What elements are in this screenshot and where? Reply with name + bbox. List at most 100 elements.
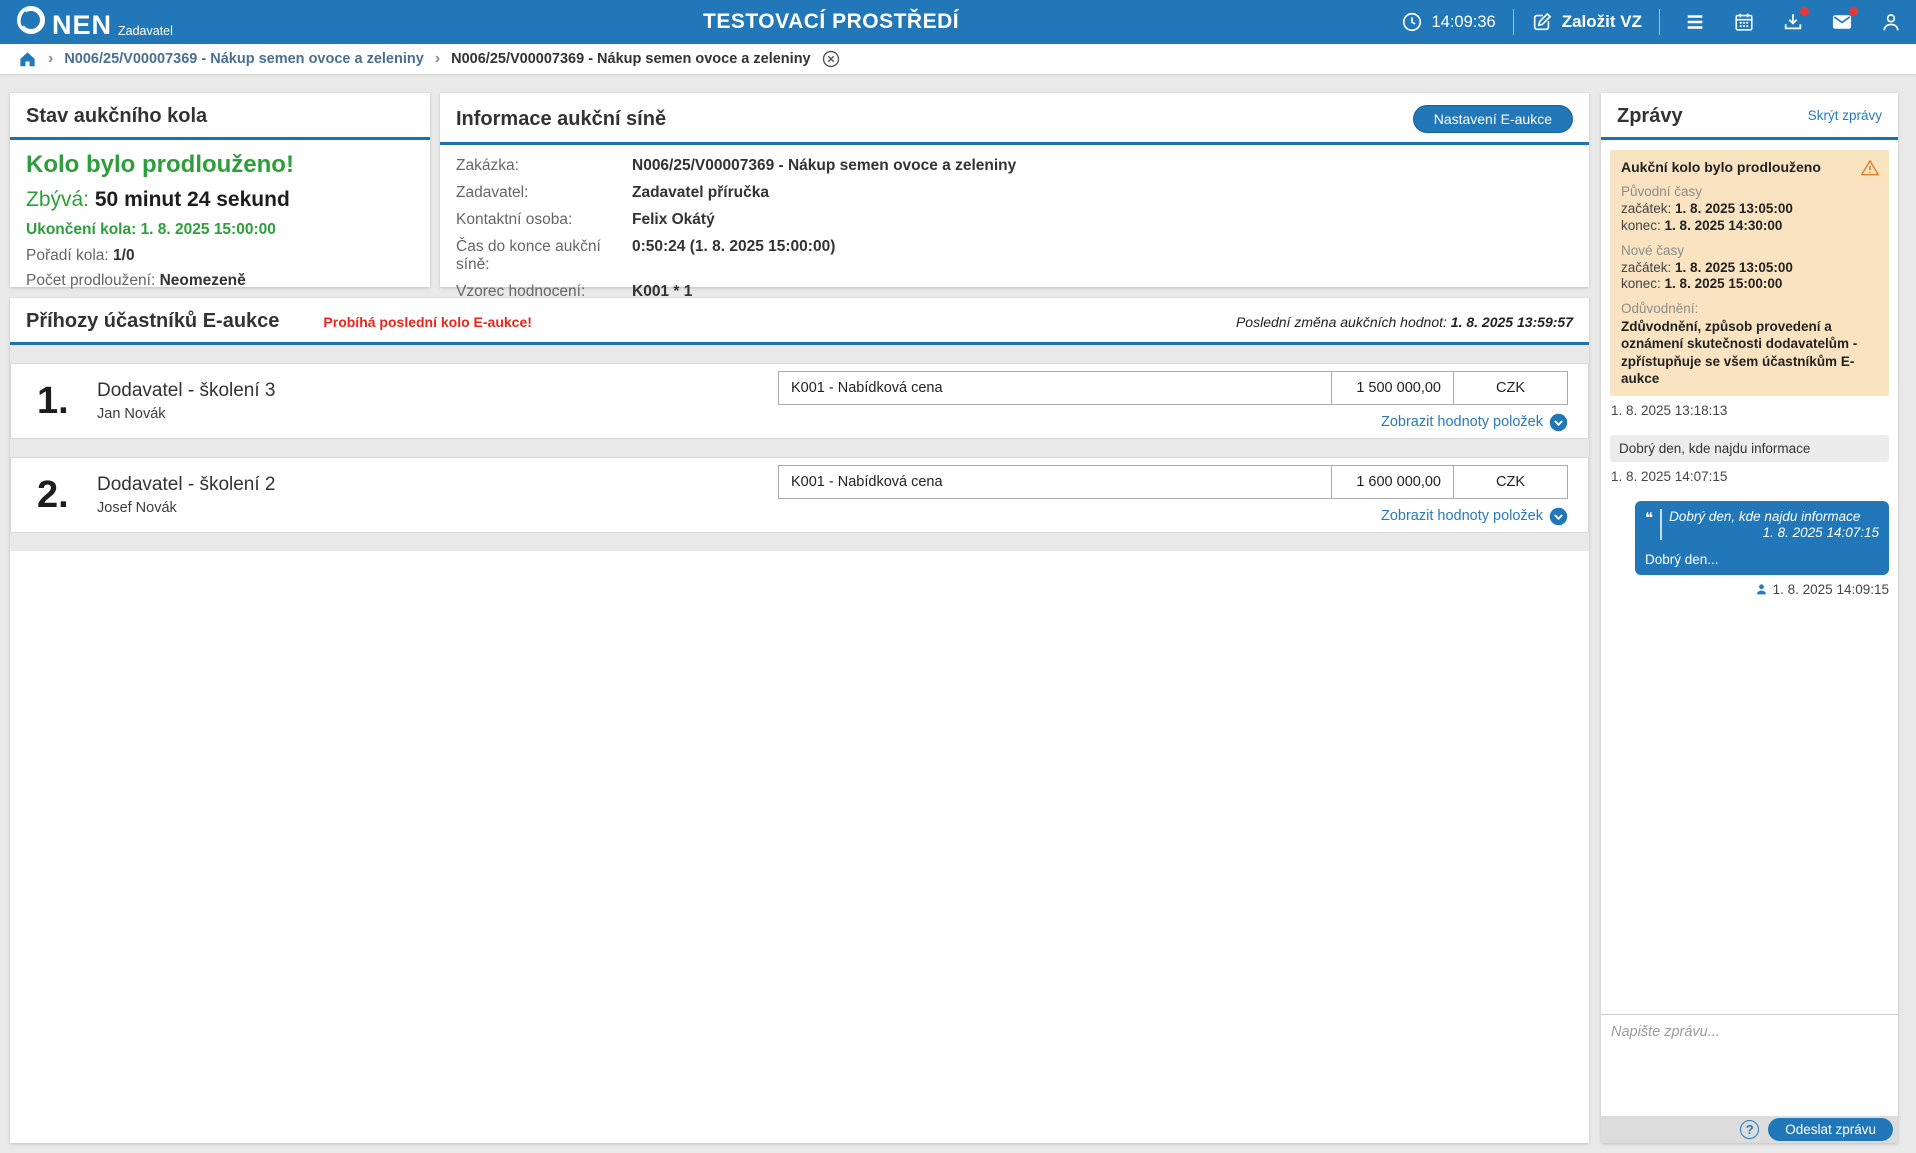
server-time-value: 14:09:36 [1431,13,1495,32]
info-row-time-to-end: Čas do konce aukční síně: 0:50:24 (1. 8.… [456,238,1573,274]
row-separator [10,439,1589,457]
participant-name: Dodavatel - školení 3 [97,380,276,402]
participant-bid-area: K001 - Nabídková cena 1 500 000,00 CZK Z… [778,371,1568,432]
start-value: 1. 8. 2025 13:05:00 [1675,201,1793,216]
info-row-contracting-authority: Zadavatel: Zadavatel příručka [456,184,1573,202]
bid-field: K001 - Nabídková cena 1 600 000,00 CZK [778,465,1568,499]
chevron-right-icon: › [435,50,440,68]
incoming-message-timestamp: 1. 8. 2025 14:07:15 [1611,469,1889,484]
row-separator [10,345,1589,363]
info-panel-title: Informace aukční síně [456,108,666,131]
extensions-value: Neomezeně [160,272,246,289]
create-vz-button[interactable]: Založit VZ [1531,11,1642,34]
nen-logo-icon [16,5,46,35]
participant-rank: 1. [37,380,97,423]
last-change-label: Poslední změna aukčních hodnot: [1236,314,1447,330]
info-panel-body: Zakázka: N006/25/V00007369 - Nákup semen… [440,145,1589,322]
topbar-actions: 14:09:36 Založit VZ [1400,0,1902,44]
round-end-label: Ukončení kola: [26,221,136,238]
participant-person: Jan Novák [97,406,276,422]
sender-person-icon [1755,583,1768,596]
logo-text: NEN [52,12,112,39]
breadcrumb-item-contract[interactable]: N006/25/V00007369 - Nákup semen ovoce a … [64,51,423,67]
end-label: konec: [1621,276,1661,291]
main-content: Stav aukčního kola Kolo bylo prodlouženo… [0,74,1916,1153]
close-tab-icon[interactable] [822,50,840,68]
reason-label: Odůvodnění: [1621,301,1878,318]
bids-panel-header: Příhozy účastníků E-aukce Probíhá posled… [10,298,1589,345]
reason-block: Odůvodnění: Zdůvodnění, způsob provedení… [1621,301,1878,387]
participant-bid-area: K001 - Nabídková cena 1 600 000,00 CZK Z… [778,465,1568,526]
top-panels-row: Stav aukčního kola Kolo bylo prodlouženo… [10,93,1589,287]
show-item-values-label: Zobrazit hodnoty položek [1381,508,1543,524]
send-message-button[interactable]: Odeslat zprávu [1768,1118,1893,1141]
warning-triangle-icon [1860,158,1880,178]
round-end-line: Ukončení kola: 1. 8. 2025 15:00:00 [26,221,414,239]
messages-panel-title: Zprávy [1617,105,1683,128]
start-label: začátek: [1621,260,1671,275]
new-times-block: Nové časy začátek: 1. 8. 2025 13:05:00 k… [1621,243,1878,294]
hide-messages-link[interactable]: Skrýt zprávy [1808,108,1882,123]
user-icon[interactable] [1879,11,1902,34]
round-order-label: Pořadí kola: [26,247,109,264]
home-icon[interactable] [18,50,37,69]
messages-panel-header: Zprávy Skrýt zprávy [1601,93,1898,140]
bids-panel-title: Příhozy účastníků E-aukce [26,310,279,333]
downloads-icon[interactable] [1781,11,1804,34]
mail-icon[interactable] [1830,11,1853,34]
show-item-values-link[interactable]: Zobrazit hodnoty položek [1381,507,1568,526]
message-input[interactable] [1601,1015,1898,1116]
messages-list: Aukční kolo bylo prodlouženo Původní čas… [1601,140,1898,1014]
bid-currency: CZK [1454,372,1567,404]
extensions-line: Počet prodloužení: Neomezeně [26,272,414,290]
quoted-message: ❝ Dobrý den, kde najdu informace 1. 8. 2… [1645,509,1879,540]
logo-subtitle: Zadavatel [118,24,173,38]
outgoing-message-bubble: ❝ Dobrý den, kde najdu informace 1. 8. 2… [1635,501,1889,575]
notice-timestamp: 1. 8. 2025 13:18:13 [1611,403,1889,418]
bid-criterion-label: K001 - Nabídková cena [779,466,1332,498]
end-value: 1. 8. 2025 15:00:00 [1665,276,1783,291]
start-value: 1. 8. 2025 13:05:00 [1675,260,1793,275]
incoming-message-bubble: Dobrý den, kde najdu informace [1610,435,1889,462]
nen-logo[interactable]: NEN Zadavatel [16,5,173,39]
round-extended-notice: Aukční kolo bylo prodlouženo Původní čas… [1610,150,1889,396]
round-end-value: 1. 8. 2025 15:00:00 [141,221,276,238]
menu-icon[interactable] [1683,11,1706,34]
breadcrumb-item-current[interactable]: N006/25/V00007369 - Nákup semen ovoce a … [451,51,810,67]
participant-person: Josef Novák [97,500,276,516]
top-bar: NEN Zadavatel TESTOVACÍ PROSTŘEDÍ 14:09:… [0,0,1916,44]
last-change-line: Poslední změna aukčních hodnot: 1. 8. 20… [1236,314,1573,330]
outgoing-message-meta: 1. 8. 2025 14:09:15 [1610,582,1889,597]
topbar-icon-cluster [1683,11,1902,34]
status-panel-header: Stav aukčního kola [10,93,430,140]
reason-text: Zdůvodnění, způsob provedení a oznámení … [1621,318,1878,387]
help-icon[interactable]: ? [1740,1120,1759,1139]
last-change-value: 1. 8. 2025 13:59:57 [1451,314,1573,330]
original-times-block: Původní časy začátek: 1. 8. 2025 13:05:0… [1621,184,1878,235]
round-extended-message: Kolo bylo prodlouženo! [26,151,414,179]
last-round-notice: Probíhá poslední kolo E-aukce! [323,314,531,330]
calendar-icon[interactable] [1732,11,1755,34]
environment-label: TESTOVACÍ PROSTŘEDÍ [703,0,959,44]
end-label: konec: [1621,218,1661,233]
status-panel-title: Stav aukčního kola [26,105,207,128]
info-row-contract: Zakázka: N006/25/V00007369 - Nákup semen… [456,157,1573,175]
start-label: začátek: [1621,201,1671,216]
notice-title: Aukční kolo bylo prodlouženo [1621,159,1878,175]
chevron-right-icon: › [48,50,53,68]
create-vz-label: Založit VZ [1562,12,1642,32]
outgoing-message-text: Dobrý den... [1645,552,1879,567]
chevron-down-circle-icon [1549,413,1568,432]
message-input-area [1601,1014,1898,1116]
original-times-label: Původní časy [1621,184,1878,201]
round-order-line: Pořadí kola: 1/0 [26,247,414,265]
bid-value: 1 500 000,00 [1332,372,1454,404]
edit-icon [1531,11,1554,34]
info-row-contact-person: Kontaktní osoba: Felix Okátý [456,211,1573,229]
round-order-value: 1/0 [113,247,135,264]
messages-panel: Zprávy Skrýt zprávy Aukční kolo bylo pro… [1601,93,1898,1143]
time-remaining-line: Zbývá: 50 minut 24 sekund [26,188,414,212]
eauction-settings-button[interactable]: Nastavení E-aukce [1413,105,1573,133]
row-separator [10,533,1589,551]
show-item-values-link[interactable]: Zobrazit hodnoty položek [1381,413,1568,432]
